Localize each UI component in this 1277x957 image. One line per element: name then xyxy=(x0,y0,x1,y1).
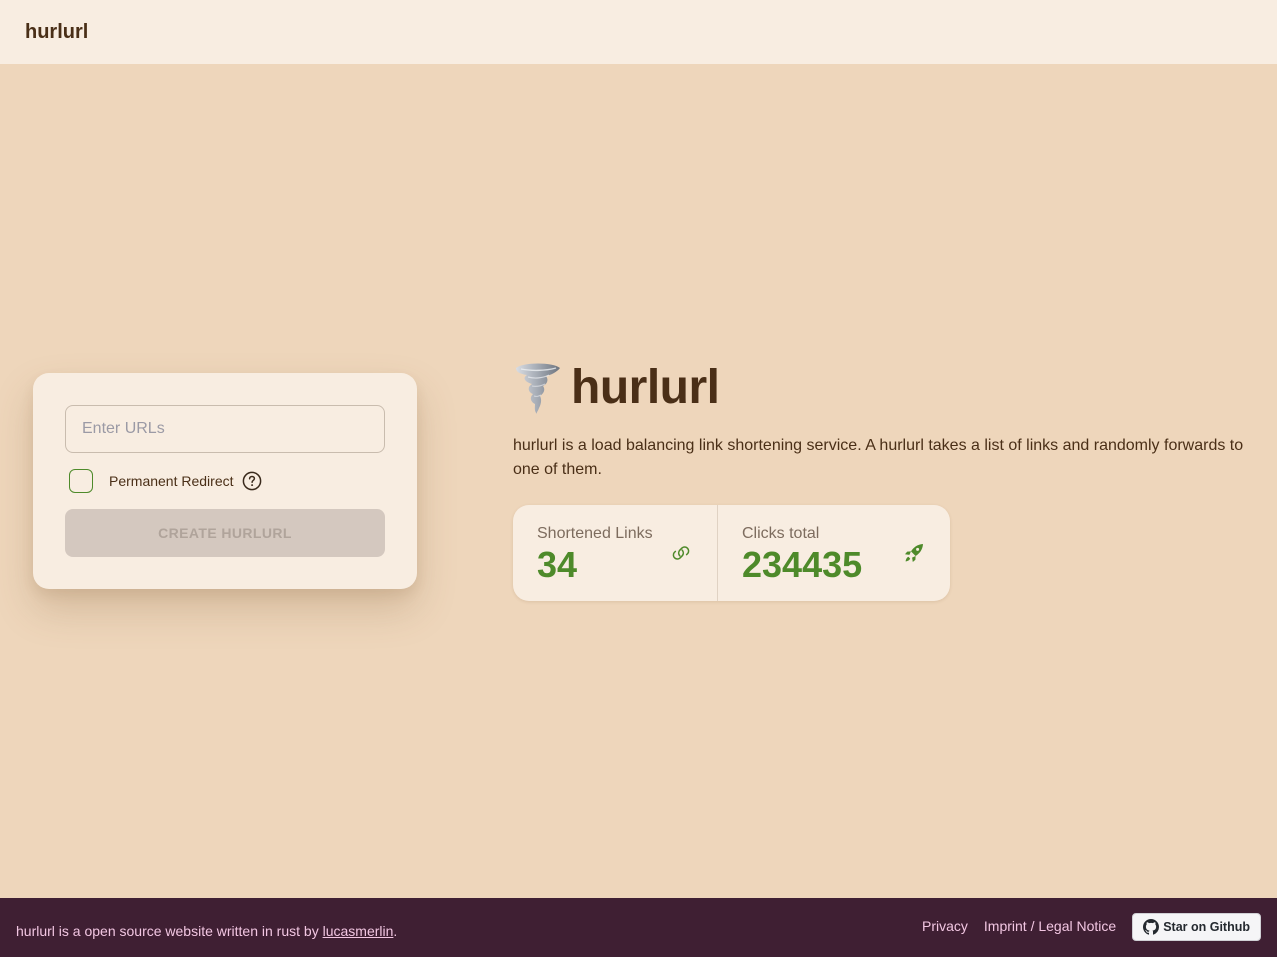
stat-title: Clicks total xyxy=(742,525,820,542)
create-hurlurl-form: Permanent Redirect CREATE HURLURL xyxy=(33,373,417,589)
footer-text-after: . xyxy=(393,922,398,939)
footer-text: hurlurl is a open source website written… xyxy=(16,923,397,939)
footer-nav: Privacy Imprint / Legal Notice Star on G… xyxy=(922,912,1261,941)
stat-shortened-links: Shortened Links 34 xyxy=(513,505,718,601)
permanent-redirect-row: Permanent Redirect xyxy=(65,469,385,493)
hero-heading: hurlurl xyxy=(571,360,720,414)
author-link[interactable]: lucasmerlin xyxy=(323,923,394,939)
privacy-link[interactable]: Privacy xyxy=(922,918,968,934)
github-button-label: Star on Github xyxy=(1163,919,1250,934)
footer: hurlurl is a open source website written… xyxy=(0,898,1277,957)
permanent-redirect-label[interactable]: Permanent Redirect xyxy=(109,473,234,489)
hero-description: hurlurl is a load balancing link shorten… xyxy=(513,437,1244,478)
navbar: hurlurl xyxy=(0,0,1277,64)
permanent-redirect-checkbox[interactable] xyxy=(69,469,93,493)
stats-panel: Shortened Links 34 Clicks total 234435 xyxy=(513,505,950,601)
imprint-link[interactable]: Imprint / Legal Notice xyxy=(984,918,1116,934)
question-circle-icon[interactable] xyxy=(242,471,262,491)
create-hurlurl-button[interactable]: CREATE HURLURL xyxy=(65,509,385,557)
rocket-icon xyxy=(902,541,926,565)
star-on-github-button[interactable]: Star on Github xyxy=(1132,912,1261,941)
stat-clicks-total: Clicks total 234435 xyxy=(718,505,950,601)
hero-title: hurlurl xyxy=(513,358,720,416)
urls-input[interactable] xyxy=(65,405,385,453)
brand-link[interactable]: hurlurl xyxy=(25,21,88,44)
tornado-icon xyxy=(513,360,563,414)
footer-text-before: hurlurl is a open source website written… xyxy=(16,922,323,939)
link-icon xyxy=(669,541,693,565)
stat-value: 234435 xyxy=(742,544,863,585)
github-icon xyxy=(1143,918,1160,935)
